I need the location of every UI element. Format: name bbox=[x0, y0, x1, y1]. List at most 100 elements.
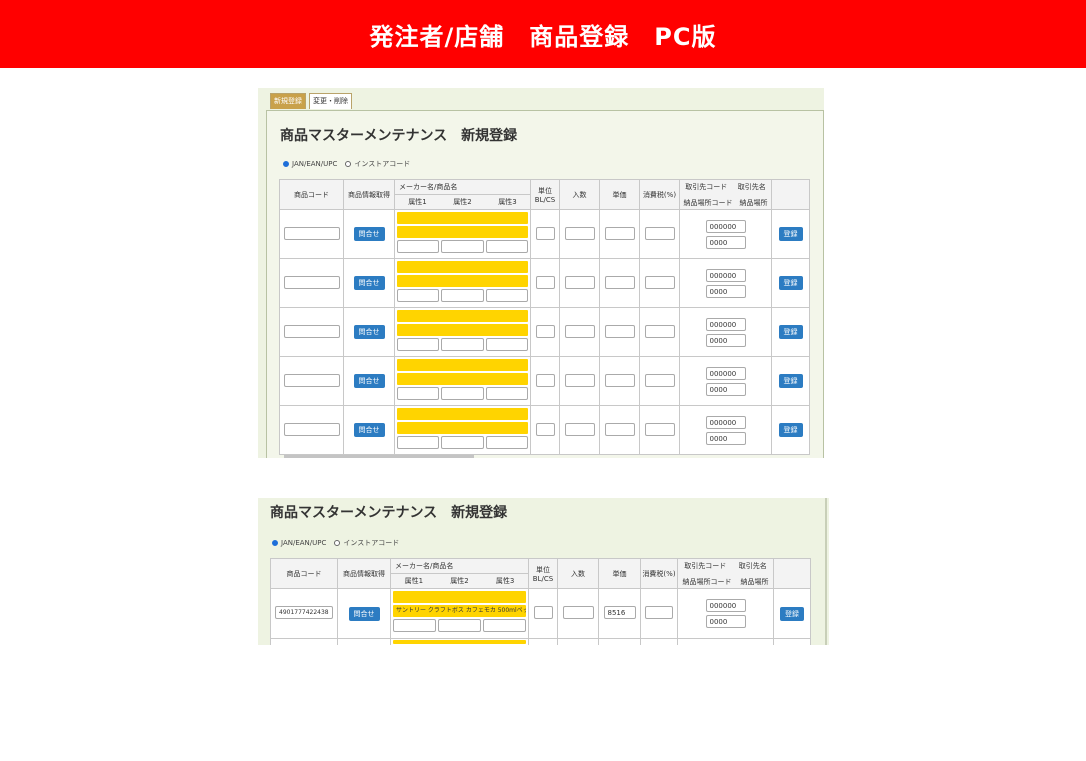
product-code-input[interactable] bbox=[283, 422, 340, 436]
maker-name-field[interactable] bbox=[397, 261, 528, 273]
code-type-radio-group: JAN/EAN/UPC インストアコード bbox=[283, 159, 410, 169]
delivery-code-input[interactable]: 0000 bbox=[705, 284, 746, 298]
register-button[interactable]: 登録 bbox=[780, 606, 804, 621]
attr2-input[interactable] bbox=[441, 240, 484, 253]
qty-input[interactable] bbox=[562, 606, 594, 619]
attr3-input[interactable] bbox=[485, 240, 528, 253]
delivery-code-input[interactable]: 0000 bbox=[705, 615, 746, 628]
qty-input[interactable] bbox=[564, 275, 595, 289]
horizontal-scrollbar[interactable] bbox=[284, 455, 474, 458]
maker-name-field[interactable] bbox=[393, 591, 526, 603]
attr2-input[interactable] bbox=[441, 436, 484, 449]
maker-name-field[interactable] bbox=[397, 212, 528, 224]
attr3-input[interactable] bbox=[485, 387, 528, 400]
price-input[interactable] bbox=[604, 373, 635, 387]
attr2-input[interactable] bbox=[441, 387, 484, 400]
qty-input[interactable] bbox=[564, 324, 595, 338]
register-button[interactable]: 登録 bbox=[778, 276, 803, 290]
delivery-code-input[interactable]: 0000 bbox=[705, 333, 746, 347]
register-button[interactable]: 登録 bbox=[778, 374, 803, 388]
radio-jan[interactable]: JAN/EAN/UPC bbox=[272, 539, 326, 547]
price-input[interactable]: 8516 bbox=[603, 606, 636, 619]
supplier-code-input[interactable]: 000000 bbox=[705, 415, 746, 429]
register-button[interactable]: 登録 bbox=[778, 423, 803, 437]
attr1-input[interactable] bbox=[397, 436, 440, 449]
supplier-code-input[interactable]: 000000 bbox=[705, 317, 746, 331]
col-header-fetch: 商品情報取得 bbox=[343, 179, 395, 210]
product-code-input[interactable] bbox=[283, 373, 340, 387]
product-code-input[interactable] bbox=[283, 275, 340, 289]
radio-instore-label: インストアコード bbox=[354, 160, 411, 168]
product-name-field[interactable] bbox=[397, 226, 528, 238]
radio-instore-label: インストアコード bbox=[343, 539, 400, 547]
unit-input[interactable] bbox=[533, 606, 553, 619]
inquiry-button[interactable]: 問合せ bbox=[348, 606, 380, 621]
attr2-input[interactable] bbox=[441, 289, 484, 302]
tax-input[interactable] bbox=[644, 422, 675, 436]
maker-name-field[interactable] bbox=[397, 310, 528, 322]
page-banner: 発注者/店舗 商品登録 PC版 bbox=[0, 0, 1086, 68]
unit-input[interactable] bbox=[535, 275, 555, 289]
attr1-input[interactable] bbox=[397, 240, 440, 253]
product-code-input[interactable]: 4901777422438 bbox=[275, 606, 333, 619]
table-row-partial bbox=[270, 638, 811, 645]
maker-name-field[interactable] bbox=[397, 408, 528, 420]
attr3-input[interactable] bbox=[483, 619, 526, 632]
tab-new-registration[interactable]: 新規登録 bbox=[270, 93, 306, 109]
price-input[interactable] bbox=[604, 422, 635, 436]
attr3-input[interactable] bbox=[485, 289, 528, 302]
supplier-code-input[interactable]: 000000 bbox=[705, 366, 746, 380]
supplier-code-input[interactable]: 000000 bbox=[705, 219, 746, 233]
inquiry-button[interactable]: 問合せ bbox=[353, 374, 385, 388]
unit-input[interactable] bbox=[535, 324, 555, 338]
product-name-field[interactable] bbox=[397, 324, 528, 336]
attr2-input[interactable] bbox=[441, 338, 484, 351]
inquiry-button[interactable]: 問合せ bbox=[353, 423, 385, 437]
price-input[interactable] bbox=[604, 275, 635, 289]
register-button[interactable]: 登録 bbox=[778, 325, 803, 339]
attr3-input[interactable] bbox=[485, 338, 528, 351]
supplier-code-input[interactable]: 000000 bbox=[705, 268, 746, 282]
attr1-input[interactable] bbox=[397, 387, 440, 400]
tax-input[interactable] bbox=[644, 226, 675, 240]
unit-input[interactable] bbox=[535, 373, 555, 387]
inquiry-button[interactable]: 問合せ bbox=[353, 276, 385, 290]
delivery-code-input[interactable]: 0000 bbox=[705, 431, 746, 445]
maker-name-field[interactable] bbox=[397, 359, 528, 371]
price-input[interactable] bbox=[604, 324, 635, 338]
attr1-input[interactable] bbox=[397, 338, 440, 351]
panel-edge bbox=[825, 498, 827, 645]
col-header-supplier: 取引先コード 取引先名 納品場所コード 納品場所 bbox=[679, 179, 772, 210]
tax-input[interactable] bbox=[644, 275, 675, 289]
radio-instore[interactable]: インストアコード bbox=[345, 159, 410, 169]
radio-instore[interactable]: インストアコード bbox=[334, 538, 399, 548]
supplier-code-input[interactable]: 000000 bbox=[705, 599, 746, 612]
tax-input[interactable] bbox=[645, 606, 673, 619]
product-name-field[interactable]: サントリー クラフトボス カフェモカ 500mlペット bbox=[393, 605, 526, 617]
qty-input[interactable] bbox=[564, 422, 595, 436]
unit-input[interactable] bbox=[535, 226, 555, 240]
qty-input[interactable] bbox=[564, 226, 595, 240]
product-code-input[interactable] bbox=[283, 324, 340, 338]
tab-edit-delete[interactable]: 変更・削除 bbox=[309, 93, 352, 109]
attr3-input[interactable] bbox=[485, 436, 528, 449]
delivery-code-input[interactable]: 0000 bbox=[705, 235, 746, 249]
qty-input[interactable] bbox=[564, 373, 595, 387]
inquiry-button[interactable]: 問合せ bbox=[353, 227, 385, 241]
tax-input[interactable] bbox=[644, 324, 675, 338]
product-code-input[interactable] bbox=[283, 226, 340, 240]
product-name-field[interactable] bbox=[397, 422, 528, 434]
radio-jan[interactable]: JAN/EAN/UPC bbox=[283, 160, 337, 168]
tax-input[interactable] bbox=[644, 373, 675, 387]
inquiry-button[interactable]: 問合せ bbox=[353, 325, 385, 339]
attr1-input[interactable] bbox=[397, 289, 440, 302]
unit-input[interactable] bbox=[535, 422, 555, 436]
product-name-field[interactable] bbox=[397, 373, 528, 385]
price-input[interactable] bbox=[604, 226, 635, 240]
product-name-field[interactable] bbox=[397, 275, 528, 287]
maker-name-field[interactable] bbox=[393, 640, 526, 644]
register-button[interactable]: 登録 bbox=[778, 227, 803, 241]
delivery-code-input[interactable]: 0000 bbox=[705, 382, 746, 396]
attr2-input[interactable] bbox=[438, 619, 481, 632]
attr1-input[interactable] bbox=[393, 619, 436, 632]
